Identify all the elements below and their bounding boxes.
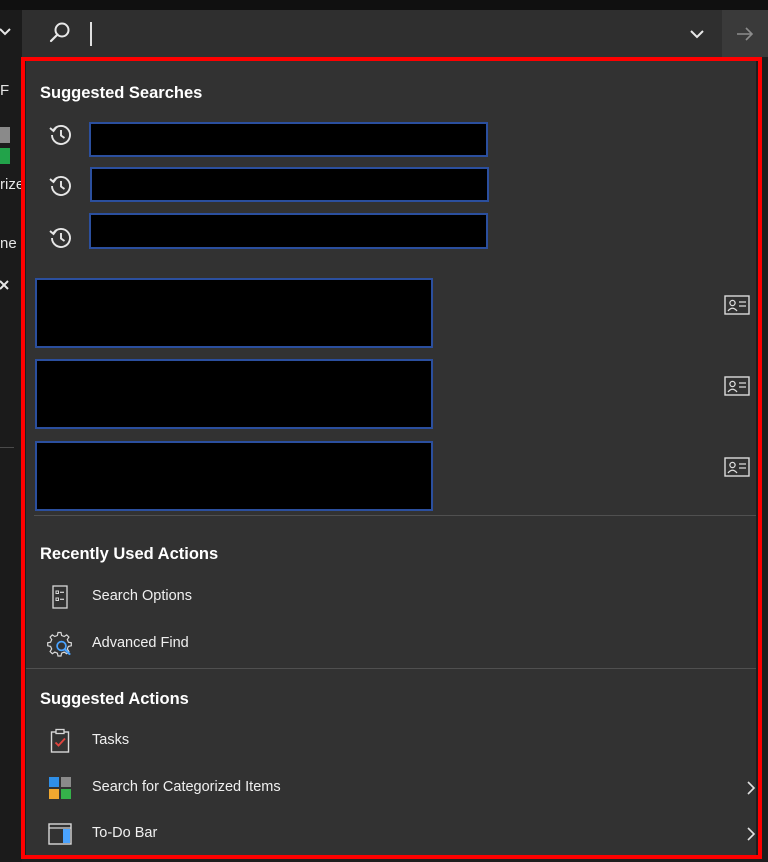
action-label: Search for Categorized Items — [92, 779, 281, 795]
action-label: Search Options — [92, 588, 192, 604]
search-bar[interactable] — [22, 10, 768, 57]
action-todo-bar[interactable]: To-Do Bar — [40, 814, 756, 854]
suggested-search-item[interactable] — [89, 213, 488, 249]
action-search-categorized[interactable]: Search for Categorized Items — [40, 768, 756, 808]
contact-card-icon[interactable] — [724, 456, 750, 478]
tasks-icon — [50, 728, 70, 753]
recent-actions-heading: Recently Used Actions — [40, 545, 219, 563]
title-strip — [0, 0, 768, 10]
contact-suggestion[interactable] — [35, 359, 433, 429]
history-icon — [49, 125, 71, 145]
search-input[interactable] — [90, 22, 92, 46]
ribbon-tab-label[interactable]: F — [0, 82, 9, 99]
ribbon-label[interactable]: ne — [0, 235, 17, 252]
contact-card-icon[interactable] — [724, 294, 750, 316]
action-advanced-find[interactable]: Advanced Find — [40, 624, 756, 664]
category-swatch-green — [0, 148, 10, 164]
category-swatch-gray — [0, 127, 10, 143]
section-divider — [34, 515, 756, 516]
action-label: To-Do Bar — [92, 825, 158, 841]
suggested-searches-heading: Suggested Searches — [40, 84, 203, 102]
ribbon-categorize-label[interactable]: rize — [0, 176, 22, 193]
action-label: Advanced Find — [92, 635, 189, 651]
search-options-icon — [52, 585, 68, 609]
close-icon[interactable] — [0, 278, 12, 294]
suggested-search-item[interactable] — [89, 122, 488, 157]
background-ribbon: F rize ne — [0, 10, 22, 862]
action-label: Tasks — [92, 732, 130, 748]
advanced-find-icon — [47, 631, 72, 657]
section-divider — [26, 668, 756, 669]
history-icon — [49, 176, 71, 196]
action-search-options[interactable]: Search Options — [40, 577, 756, 617]
search-go-button[interactable] — [722, 10, 768, 57]
arrow-right-icon — [737, 27, 754, 41]
suggested-actions-heading: Suggested Actions — [40, 690, 189, 708]
chevron-right-icon — [747, 781, 756, 795]
contact-suggestion[interactable] — [35, 441, 433, 511]
search-icon — [49, 22, 70, 43]
chevron-down-icon[interactable] — [0, 24, 12, 40]
contact-suggestion[interactable] — [35, 278, 433, 348]
todo-bar-icon — [48, 823, 72, 845]
suggested-search-item[interactable] — [90, 167, 489, 202]
ribbon-divider — [0, 447, 14, 448]
action-tasks[interactable]: Tasks — [40, 721, 756, 761]
chevron-right-icon — [747, 827, 756, 841]
contact-card-icon[interactable] — [724, 375, 750, 397]
search-suggestions-dropdown: Suggested Searches Recently Used Actions… — [26, 58, 756, 856]
history-icon — [49, 228, 71, 248]
categorize-icon — [49, 777, 71, 799]
chevron-down-icon[interactable] — [688, 25, 706, 43]
